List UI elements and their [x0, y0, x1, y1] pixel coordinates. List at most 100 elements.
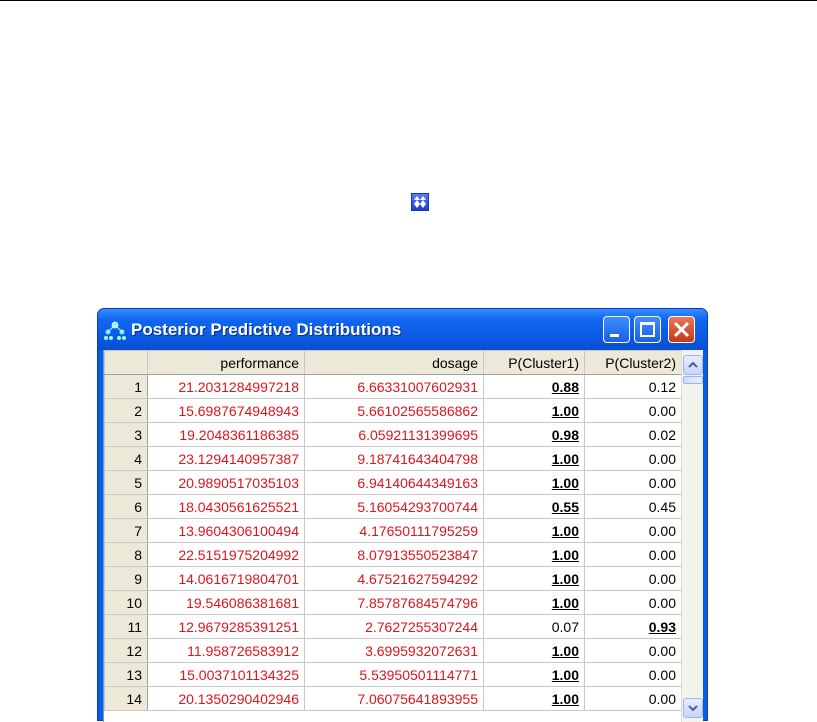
dosage-cell[interactable]: 6.94140644349163 — [304, 470, 484, 495]
vertical-scrollbar[interactable] — [681, 350, 703, 722]
row-number-cell[interactable]: 2 — [104, 398, 148, 423]
performance-cell[interactable]: 20.1350290402946 — [147, 686, 305, 711]
scroll-up-button[interactable] — [683, 355, 703, 375]
p-cluster2-cell[interactable]: 0.45 — [584, 494, 682, 519]
row-number-header[interactable] — [104, 350, 148, 375]
row-number-cell[interactable]: 9 — [104, 566, 148, 591]
row-number-cell[interactable]: 8 — [104, 542, 148, 567]
table-row[interactable]: 5 20.9890517035103 6.94140644349163 1.00 0.0… — [104, 470, 682, 495]
p-cluster1-cell[interactable]: 1.00 — [483, 662, 585, 687]
row-number-cell[interactable]: 7 — [104, 518, 148, 543]
dosage-cell[interactable]: 6.05921131399695 — [304, 422, 484, 447]
table-row[interactable]: 7 13.9604306100494 4.17650111795259 1.00 0.0… — [104, 518, 682, 543]
performance-cell[interactable]: 22.5151975204992 — [147, 542, 305, 567]
performance-cell[interactable]: 20.9890517035103 — [147, 470, 305, 495]
p-cluster2-header[interactable]: P(Cluster2) — [584, 350, 682, 375]
p-cluster1-cell[interactable]: 0.55 — [483, 494, 585, 519]
performance-cell[interactable]: 13.9604306100494 — [147, 518, 305, 543]
dosage-cell[interactable]: 4.67521627594292 — [304, 566, 484, 591]
dosage-cell[interactable]: 6.66331007602931 — [304, 374, 484, 399]
p-cluster1-cell[interactable]: 1.00 — [483, 518, 585, 543]
performance-cell[interactable]: 19.2048361186385 — [147, 422, 305, 447]
table-row[interactable]: 4 23.1294140957387 9.18741643404798 1.00 0.0… — [104, 446, 682, 471]
p-cluster1-cell[interactable]: 1.00 — [483, 638, 585, 663]
close-button[interactable] — [668, 316, 695, 343]
p-cluster2-cell[interactable]: 0.00 — [584, 566, 682, 591]
row-number-cell[interactable]: 11 — [104, 614, 148, 639]
p-cluster2-cell[interactable]: 0.00 — [584, 470, 682, 495]
performance-cell[interactable]: 11.958726583912 — [147, 638, 305, 663]
table-row[interactable]: 14 20.1350290402946 7.06075641893955 1.00 0.… — [104, 686, 682, 711]
table-row[interactable]: 10 19.546086381681 7.85787684574796 1.00 0.0… — [104, 590, 682, 615]
dosage-header[interactable]: dosage — [304, 350, 484, 375]
row-number-cell[interactable]: 13 — [104, 662, 148, 687]
p-cluster1-cell[interactable]: 1.00 — [483, 590, 585, 615]
row-number-cell[interactable]: 3 — [104, 422, 148, 447]
stacked-arrows-icon[interactable] — [411, 193, 429, 211]
p-cluster2-cell[interactable]: 0.02 — [584, 422, 682, 447]
table-row[interactable]: 11 12.9679285391251 2.7627255307244 0.07 0.9… — [104, 614, 682, 639]
p-cluster2-cell[interactable]: 0.00 — [584, 542, 682, 567]
row-number-cell[interactable]: 12 — [104, 638, 148, 663]
row-number-cell[interactable]: 10 — [104, 590, 148, 615]
network-nodes-icon[interactable] — [104, 321, 126, 341]
p-cluster1-cell[interactable]: 0.88 — [483, 374, 585, 399]
p-cluster1-cell[interactable]: 1.00 — [483, 566, 585, 591]
dosage-cell[interactable]: 5.53950501114771 — [304, 662, 484, 687]
dosage-cell[interactable]: 7.85787684574796 — [304, 590, 484, 615]
performance-cell[interactable]: 21.2031284997218 — [147, 374, 305, 399]
p-cluster1-cell[interactable]: 1.00 — [483, 446, 585, 471]
dosage-cell[interactable]: 9.18741643404798 — [304, 446, 484, 471]
table-row[interactable]: 1 21.2031284997218 6.66331007602931 0.88 0.1… — [104, 374, 682, 399]
p-cluster1-cell[interactable]: 0.07 — [483, 614, 585, 639]
table-row[interactable]: 8 22.5151975204992 8.07913550523847 1.00 0.0… — [104, 542, 682, 567]
p-cluster1-header[interactable]: P(Cluster1) — [483, 350, 585, 375]
p-cluster1-cell[interactable]: 1.00 — [483, 686, 585, 711]
dosage-cell[interactable]: 5.16054293700744 — [304, 494, 484, 519]
p-cluster2-cell[interactable]: 0.00 — [584, 638, 682, 663]
window-titlebar[interactable]: Posterior Predictive Distributions — [98, 309, 707, 350]
performance-cell[interactable]: 18.0430561625521 — [147, 494, 305, 519]
performance-cell[interactable]: 12.9679285391251 — [147, 614, 305, 639]
dosage-cell[interactable]: 5.66102565586862 — [304, 398, 484, 423]
performance-header[interactable]: performance — [147, 350, 305, 375]
scroll-thumb[interactable] — [683, 376, 703, 384]
p-cluster2-cell[interactable]: 0.00 — [584, 590, 682, 615]
table-row[interactable]: 13 15.0037101134325 5.53950501114771 1.00 0.… — [104, 662, 682, 687]
row-number-cell[interactable]: 14 — [104, 686, 148, 711]
table-row[interactable]: 3 19.2048361186385 6.05921131399695 0.98 0.0… — [104, 422, 682, 447]
p-cluster1-cell[interactable]: 1.00 — [483, 398, 585, 423]
dosage-cell[interactable]: 2.7627255307244 — [304, 614, 484, 639]
performance-cell[interactable]: 14.0616719804701 — [147, 566, 305, 591]
p-cluster2-cell[interactable]: 0.93 — [584, 614, 682, 639]
maximize-button[interactable] — [634, 316, 661, 343]
dosage-cell[interactable]: 7.06075641893955 — [304, 686, 484, 711]
row-number-cell[interactable]: 4 — [104, 446, 148, 471]
p-cluster2-cell[interactable]: 0.00 — [584, 518, 682, 543]
table-row[interactable]: 9 14.0616719804701 4.67521627594292 1.00 0.0… — [104, 566, 682, 591]
close-icon — [673, 321, 690, 338]
scroll-down-button[interactable] — [683, 698, 703, 718]
p-cluster1-cell[interactable]: 0.98 — [483, 422, 585, 447]
p-cluster2-cell[interactable]: 0.12 — [584, 374, 682, 399]
table-row[interactable]: 6 18.0430561625521 5.16054293700744 0.55 0.4… — [104, 494, 682, 519]
dosage-cell[interactable]: 4.17650111795259 — [304, 518, 484, 543]
dosage-cell[interactable]: 3.6995932072631 — [304, 638, 484, 663]
performance-cell[interactable]: 19.546086381681 — [147, 590, 305, 615]
table-row[interactable]: 2 15.6987674948943 5.66102565586862 1.00 0.0… — [104, 398, 682, 423]
p-cluster2-cell[interactable]: 0.00 — [584, 446, 682, 471]
performance-cell[interactable]: 15.6987674948943 — [147, 398, 305, 423]
dosage-cell[interactable]: 8.07913550523847 — [304, 542, 484, 567]
p-cluster2-cell[interactable]: 0.00 — [584, 398, 682, 423]
row-number-cell[interactable]: 1 — [104, 374, 148, 399]
performance-cell[interactable]: 23.1294140957387 — [147, 446, 305, 471]
p-cluster1-cell[interactable]: 1.00 — [483, 542, 585, 567]
minimize-button[interactable] — [603, 316, 630, 343]
row-number-cell[interactable]: 5 — [104, 470, 148, 495]
p-cluster2-cell[interactable]: 0.00 — [584, 662, 682, 687]
table-row[interactable]: 12 11.958726583912 3.6995932072631 1.00 0.00 — [104, 638, 682, 663]
performance-cell[interactable]: 15.0037101134325 — [147, 662, 305, 687]
p-cluster2-cell[interactable]: 0.00 — [584, 686, 682, 711]
row-number-cell[interactable]: 6 — [104, 494, 148, 519]
p-cluster1-cell[interactable]: 1.00 — [483, 470, 585, 495]
